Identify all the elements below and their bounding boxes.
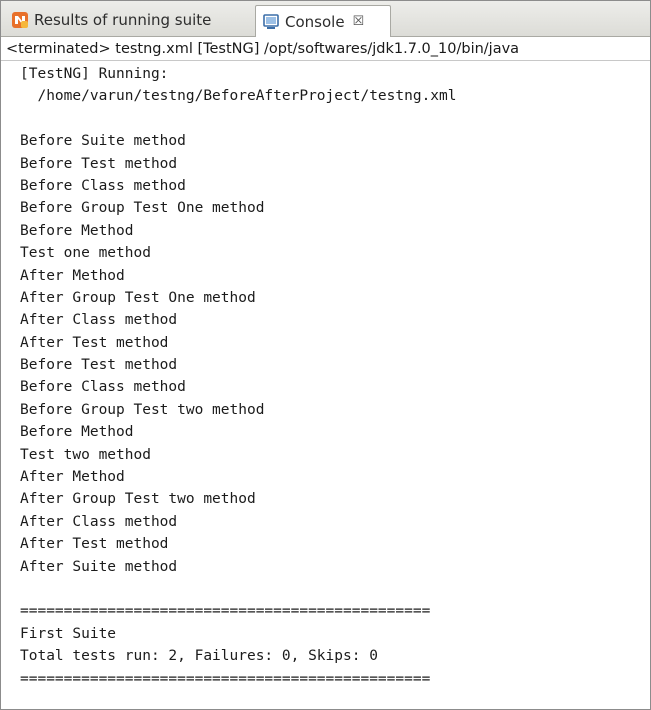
console-output[interactable]: [TestNG] Running: /home/varun/testng/Bef… bbox=[1, 61, 650, 709]
close-icon[interactable]: ☒ bbox=[353, 14, 365, 29]
tab-console-label: Console bbox=[285, 12, 345, 31]
console-line: /home/varun/testng/BeforeAfterProject/te… bbox=[20, 88, 457, 105]
tab-console[interactable]: Console ☒ bbox=[255, 5, 391, 37]
console-line: After Class method bbox=[20, 312, 178, 329]
console-line: Test one method bbox=[20, 245, 151, 262]
console-line: [TestNG] Running: bbox=[20, 66, 169, 82]
testng-icon bbox=[12, 12, 28, 28]
console-line: Before Group Test One method bbox=[20, 200, 265, 217]
console-status-line: <terminated> testng.xml [TestNG] /opt/so… bbox=[1, 37, 650, 61]
console-line: After Class method bbox=[20, 513, 178, 530]
console-line: Before Test method bbox=[20, 155, 178, 172]
console-line: Before Group Test two method bbox=[20, 401, 265, 418]
console-line: Total tests run: 2, Failures: 0, Skips: … bbox=[20, 648, 378, 665]
console-line: After Group Test two method bbox=[20, 491, 256, 508]
console-line: First Suite bbox=[20, 625, 117, 642]
console-line: After Suite method bbox=[20, 558, 178, 575]
console-view: Results of running suite Console ☒ <term… bbox=[0, 0, 651, 710]
console-line: After Group Test One method bbox=[20, 289, 256, 306]
console-line: After Method bbox=[20, 267, 125, 284]
console-line: Before Class method bbox=[20, 177, 186, 194]
console-line: After Test method bbox=[20, 334, 169, 351]
console-line: Before Class method bbox=[20, 379, 186, 396]
console-line: Before Test method bbox=[20, 357, 178, 374]
tab-results-of-running-suite[interactable]: Results of running suite bbox=[1, 5, 253, 35]
console-line: Test two method bbox=[20, 446, 151, 463]
console-line: Before Method bbox=[20, 424, 134, 441]
console-line: After Test method bbox=[20, 536, 169, 553]
console-line: ========================================… bbox=[20, 670, 431, 687]
console-line: ========================================… bbox=[20, 603, 431, 620]
tab-bar: Results of running suite Console ☒ bbox=[1, 1, 650, 37]
tab-results-label: Results of running suite bbox=[34, 11, 212, 29]
console-line: Before Suite method bbox=[20, 133, 186, 150]
console-line: After Method bbox=[20, 469, 125, 486]
console-icon bbox=[263, 13, 279, 29]
console-line: Before Method bbox=[20, 222, 134, 239]
